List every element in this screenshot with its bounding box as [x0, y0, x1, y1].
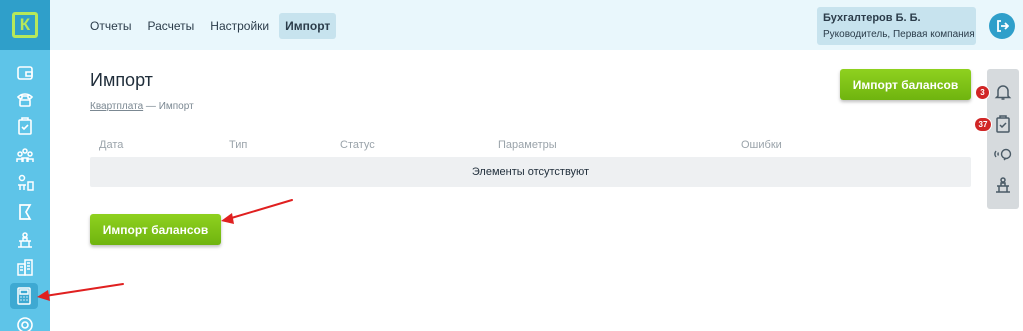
- column-header-errors: Ошибки: [741, 139, 782, 151]
- breadcrumb-link[interactable]: Квартплата: [90, 101, 143, 112]
- tasks-badge: 37: [974, 117, 992, 132]
- phone-icon[interactable]: [12, 88, 38, 110]
- bell-icon[interactable]: [994, 83, 1012, 101]
- page-title: Импорт: [90, 70, 153, 90]
- left-sidebar: К: [0, 0, 50, 331]
- breadcrumb: Квартплата — Импорт: [90, 101, 194, 112]
- column-header-date: Дата: [99, 139, 124, 151]
- nav-item-settings[interactable]: Настройки: [204, 13, 275, 39]
- logout-icon: [997, 20, 1009, 32]
- table-header: Дата Тип Статус Параметры Ошибки: [0, 139, 1023, 153]
- calculator-icon[interactable]: [10, 283, 38, 309]
- column-header-status: Статус: [340, 139, 375, 151]
- import-balances-button-top[interactable]: Импорт балансов: [840, 69, 971, 100]
- building-desk-icon-right[interactable]: [994, 176, 1012, 194]
- app-root: К Отчеты Расчеты Настройки Импорт Бухгал…: [0, 0, 1023, 331]
- breadcrumb-separator: —: [143, 101, 159, 112]
- logo[interactable]: К: [0, 0, 50, 50]
- arrow-to-calculator: [44, 283, 124, 297]
- column-header-params: Параметры: [498, 139, 557, 151]
- arrow-to-import-button: [227, 199, 293, 220]
- clipboard-icon[interactable]: [12, 115, 38, 137]
- user-menu[interactable]: Бухгалтеров Б. Б. Руководитель, Первая к…: [817, 7, 976, 45]
- table-empty-row: Элементы отсутствуют: [90, 157, 971, 187]
- top-bar: Отчеты Расчеты Настройки Импорт Бухгалте…: [50, 0, 1023, 50]
- breadcrumb-current: Импорт: [158, 101, 194, 112]
- nav-item-reports[interactable]: Отчеты: [84, 13, 137, 39]
- column-header-type: Тип: [229, 139, 248, 151]
- support-icon[interactable]: [12, 314, 38, 331]
- nav-item-import[interactable]: Импорт: [279, 13, 337, 39]
- wallet-icon[interactable]: [12, 62, 38, 84]
- flag-icon[interactable]: [12, 201, 38, 223]
- logo-letter: К: [12, 12, 38, 38]
- arrow-to-import-button-head: [221, 213, 234, 224]
- org-structure-icon[interactable]: [12, 172, 38, 194]
- voice-support-icon[interactable]: [994, 146, 1012, 164]
- building-desk-icon[interactable]: [12, 229, 38, 251]
- logout-button[interactable]: [989, 13, 1015, 39]
- clipboard-check-icon[interactable]: [994, 115, 1012, 133]
- import-balances-button[interactable]: Импорт балансов: [90, 214, 221, 245]
- buildings-icon[interactable]: [12, 256, 38, 278]
- user-name: Бухгалтеров Б. Б.: [823, 12, 921, 24]
- notifications-badge: 3: [975, 85, 990, 100]
- user-role: Руководитель, Первая компания: [823, 29, 975, 40]
- nav-item-calculations[interactable]: Расчеты: [141, 13, 200, 39]
- right-panel: [987, 69, 1019, 209]
- main-nav: Отчеты Расчеты Настройки Импорт: [84, 13, 337, 39]
